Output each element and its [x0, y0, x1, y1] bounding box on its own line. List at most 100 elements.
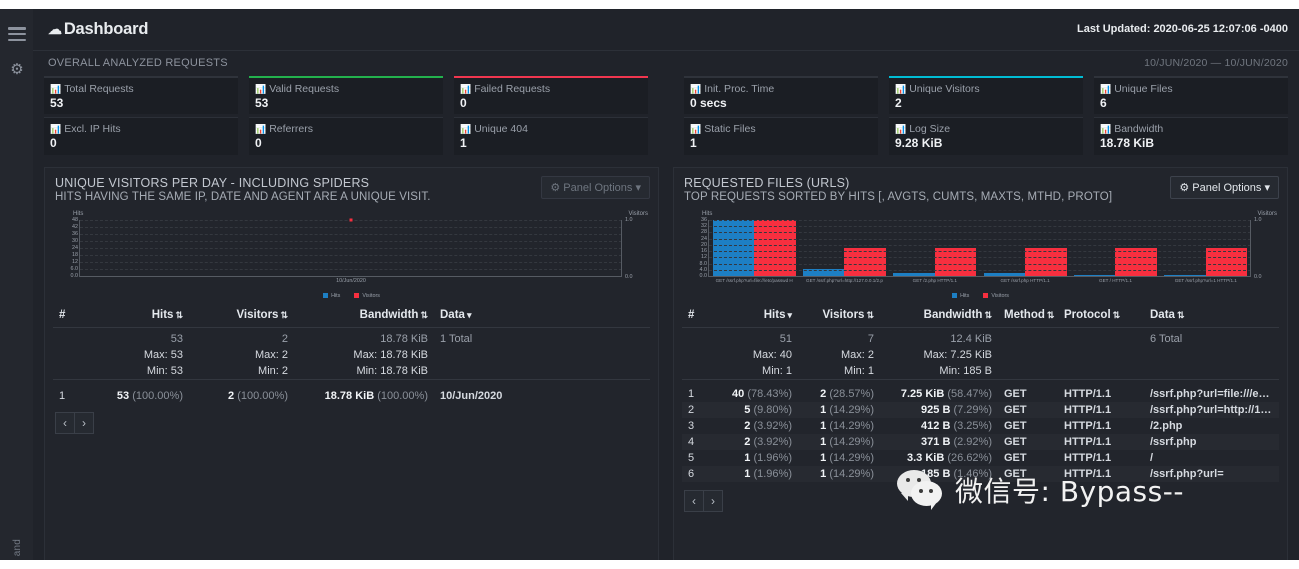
last-updated-label: Last Updated: 2020-06-25 12:07:06 -0400: [1077, 23, 1288, 35]
stat-static-files[interactable]: 📊Static Files 1: [684, 117, 878, 155]
stat-unique-404[interactable]: 📊Unique 404 1: [454, 117, 648, 155]
table-row[interactable]: 61 (1.96%)1 (14.29%)185 B (1.46%)GETHTTP…: [682, 466, 1279, 482]
summary-data: 1 Total: [434, 328, 650, 348]
col-index[interactable]: #: [682, 303, 706, 328]
col-bandwidth[interactable]: Bandwidth⇅: [880, 303, 998, 328]
stat-init-proc-time[interactable]: 📊Init. Proc. Time 0 secs: [684, 76, 878, 114]
col-visitors[interactable]: Visitors⇅: [798, 303, 880, 328]
table-summary-row: 51 7 12.4 KiB 6 Total: [682, 328, 1279, 348]
summary-visitors-max: Max: 2: [189, 347, 294, 363]
goaccess-dashboard: ⚙ and ☁Dashboard Last Updated: 2020-06-2…: [0, 0, 1299, 569]
stat-value: 9.28 KiB: [895, 136, 1077, 150]
row-visitors: 1 (14.29%): [798, 418, 880, 434]
col-bandwidth[interactable]: Bandwidth⇅: [294, 303, 434, 328]
row-bandwidth: 18.78 KiB (100.00%): [294, 388, 434, 404]
stat-value: 6: [1100, 96, 1282, 110]
row-index: 2: [682, 402, 706, 418]
stat-value: 0: [460, 96, 642, 110]
chart-y-tick: 28: [701, 229, 707, 235]
col-protocol[interactable]: Protocol⇅: [1058, 303, 1144, 328]
chart-bar-visitors: [935, 248, 977, 276]
col-method[interactable]: Method⇅: [998, 303, 1058, 328]
summary-hits-min: Min: 1: [706, 363, 798, 380]
col-data[interactable]: Data▾: [434, 303, 650, 328]
hamburger-menu-button[interactable]: [8, 27, 26, 43]
gear-icon: ⚙: [1179, 182, 1189, 194]
legend-swatch-visitors: [983, 293, 988, 298]
stat-label: Init. Proc. Time: [704, 83, 774, 95]
row-method: GET: [998, 450, 1058, 466]
stat-referrers[interactable]: 📊Referrers 0: [249, 117, 443, 155]
col-index[interactable]: #: [53, 303, 79, 328]
table-row[interactable]: 51 (1.96%)1 (14.29%)3.3 KiB (26.62%)GETH…: [682, 450, 1279, 466]
col-data[interactable]: Data⇅: [1144, 303, 1279, 328]
stat-unique-files[interactable]: 📊Unique Files 6: [1094, 76, 1288, 114]
summary-visitors-max: Max: 2: [798, 347, 880, 363]
summary-bandwidth-min: Min: 18.78 KiB: [294, 363, 434, 380]
row-method: GET: [998, 386, 1058, 402]
chart-bar-group: GET /ssrf.php?url=1 HTTP/1.1: [1161, 220, 1251, 276]
panel-options-button-right[interactable]: ⚙Panel Options ▾: [1170, 176, 1279, 199]
next-page-button[interactable]: ›: [704, 490, 723, 512]
stat-label: Log Size: [909, 123, 950, 135]
sidebar: ⚙ and: [0, 9, 33, 560]
col-hits[interactable]: Hits⇅: [79, 303, 189, 328]
stat-excl-ip-hits[interactable]: 📊Excl. IP Hits 0: [44, 117, 238, 155]
summary-hits-max: Max: 40: [706, 347, 798, 363]
table-row[interactable]: 1 53 (100.00%) 2 (100.00%) 18.78 KiB (10…: [53, 388, 650, 404]
chart-gridline: [709, 226, 1251, 227]
table-row[interactable]: 32 (3.92%)1 (14.29%)412 B (3.25%)GETHTTP…: [682, 418, 1279, 434]
sort-icon: ⇅: [280, 310, 288, 320]
chart-x-tick-label: 10/Jun/2020: [80, 278, 622, 284]
summary-visitors-min: Min: 1: [798, 363, 880, 380]
stat-bandwidth[interactable]: 📊Bandwidth 18.78 KiB: [1094, 117, 1288, 155]
row-index: 4: [682, 434, 706, 450]
row-data: /ssrf.php?url=: [1144, 466, 1279, 482]
chart-y2-tick: 0.0: [1254, 274, 1262, 280]
chart-x-tick-label: GET /ssrf.php?url=http://127.0.0.1/2.p: [799, 278, 889, 283]
summary-hits-min: Min: 53: [79, 363, 189, 380]
chart-y-tick: 48: [72, 217, 78, 223]
stat-value: 53: [255, 96, 437, 110]
summary-visitors: 2: [189, 328, 294, 348]
chart-gridline: [709, 251, 1251, 252]
table-visitors-per-day: # Hits⇅ Visitors⇅ Bandwidth⇅ Data▾ 53: [53, 303, 650, 404]
top-bar: ☁Dashboard Last Updated: 2020-06-25 12:0…: [33, 9, 1299, 51]
table-row[interactable]: 25 (9.80%)1 (14.29%)925 B (7.29%)GETHTTP…: [682, 402, 1279, 418]
stat-value: 2: [895, 96, 1077, 110]
next-page-button[interactable]: ›: [75, 412, 94, 434]
summary-bandwidth: 18.78 KiB: [294, 328, 434, 348]
table-row[interactable]: 42 (3.92%)1 (14.29%)371 B (2.92%)GETHTTP…: [682, 434, 1279, 450]
prev-page-button[interactable]: ‹: [55, 412, 75, 434]
summary-visitors: 7: [798, 328, 880, 348]
chart-bar-group: GET / HTTP/1.1: [1070, 220, 1160, 276]
row-data: /ssrf.php?url=file:///etc/passwd: [1144, 386, 1279, 402]
row-method: GET: [998, 466, 1058, 482]
chart-y-tick: 12: [701, 254, 707, 260]
col-visitors[interactable]: Visitors⇅: [189, 303, 294, 328]
row-protocol: HTTP/1.1: [1058, 434, 1144, 450]
stat-total-requests[interactable]: 📊Total Requests 53: [44, 76, 238, 114]
summary-hits: 53: [79, 328, 189, 348]
stat-failed-requests[interactable]: 📊Failed Requests 0: [454, 76, 648, 114]
chart-bar-hits: [984, 273, 1026, 276]
legend-hits: Hits: [323, 293, 340, 299]
stat-log-size[interactable]: 📊Log Size 9.28 KiB: [889, 117, 1083, 155]
prev-page-button[interactable]: ‹: [684, 490, 704, 512]
chart-gridline: [80, 234, 622, 235]
stat-label: Static Files: [704, 123, 755, 135]
summary-data: 6 Total: [1144, 328, 1279, 348]
col-hits[interactable]: Hits▾: [706, 303, 798, 328]
row-visitors: 2 (100.00%): [189, 388, 294, 404]
chart-y-tick: 20: [701, 242, 707, 248]
chart-bar-visitors: [1025, 248, 1067, 276]
stat-valid-requests[interactable]: 📊Valid Requests 53: [249, 76, 443, 114]
panel-requested-files: REQUESTED FILES (URLS) TOP REQUESTS SORT…: [673, 167, 1288, 560]
settings-button[interactable]: ⚙: [8, 62, 26, 78]
chart-requested-files: Hits Visitors GET /ssrf.php?url=file:///…: [682, 211, 1279, 299]
stat-unique-visitors[interactable]: 📊Unique Visitors 2: [889, 76, 1083, 114]
table-row[interactable]: 140 (78.43%)2 (28.57%)7.25 KiB (58.47%)G…: [682, 386, 1279, 402]
row-visitors: 1 (14.29%): [798, 450, 880, 466]
chart-secondary-axis-left: 0.01.0: [621, 220, 622, 277]
panel-options-button-left[interactable]: ⚙Panel Options ▾: [541, 176, 650, 199]
